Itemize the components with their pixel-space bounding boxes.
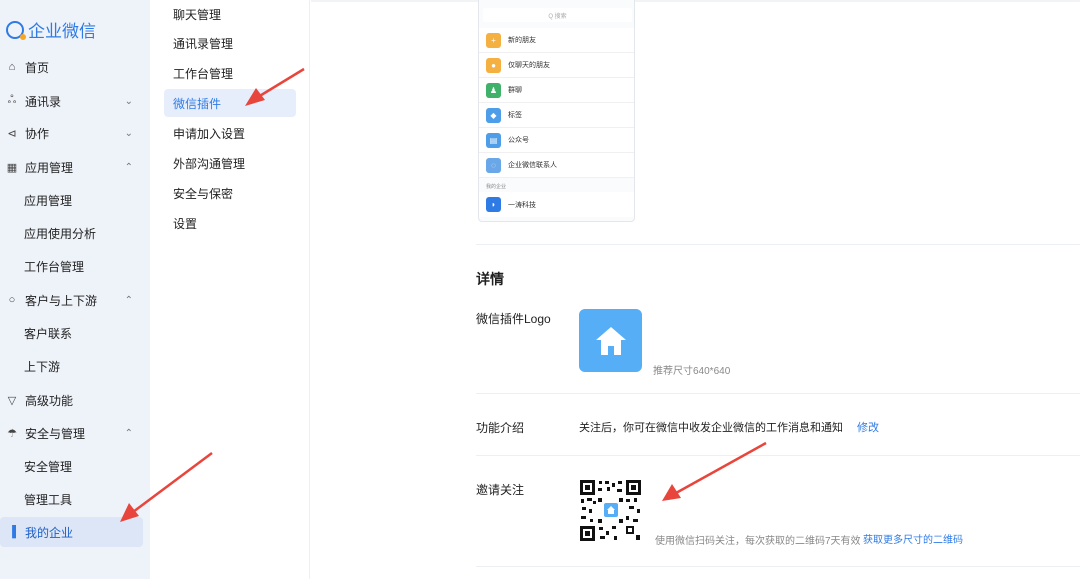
diamond-icon: ▽: [7, 394, 17, 407]
nav-sub-customer-contact[interactable]: 客户联系: [0, 318, 143, 348]
building-icon: ▐: [8, 526, 16, 538]
intro-label: 功能介绍: [476, 421, 525, 435]
preview-search-bar: Q 搜索: [483, 8, 632, 22]
chevron-up-icon: ⌃: [124, 427, 133, 439]
nav-sub-app-usage[interactable]: 应用使用分析: [0, 218, 143, 248]
nav-label: 首页: [25, 60, 50, 75]
preview-row: + 新的朋友: [479, 28, 634, 53]
logo-label: 微信插件Logo: [476, 312, 551, 326]
group-chat-icon: ♟: [486, 82, 501, 98]
preview-company-row: ◗ 一涛科技: [479, 192, 634, 217]
nav-item-collaboration[interactable]: ⊲ 协作 ⌄: [0, 118, 143, 148]
grid-icon: ▦: [6, 161, 18, 174]
submenu-workbench-management[interactable]: 工作台管理: [164, 59, 296, 87]
brand-name: 企业微信: [28, 22, 96, 41]
submenu-chat-management[interactable]: 聊天管理: [164, 0, 296, 28]
secondary-menu: 聊天管理 通讯录管理 工作台管理 微信插件 申请加入设置 外部沟通管理 安全与保…: [152, 0, 310, 579]
submenu-contacts-management[interactable]: 通讯录管理: [164, 29, 296, 57]
preview-row-label: 群聊: [508, 87, 522, 94]
chevron-up-icon: ⌃: [124, 161, 133, 173]
nav-label: 应用管理: [25, 160, 74, 175]
nav-item-home[interactable]: ⌂ 首页: [0, 52, 143, 82]
submenu-settings[interactable]: 设置: [164, 209, 296, 237]
nav-sub-admin-tools[interactable]: 管理工具: [0, 484, 143, 514]
section-divider: [476, 244, 1080, 245]
qr-code-icon: [579, 479, 642, 542]
invite-qr-code[interactable]: [579, 479, 642, 542]
left-nav: 企业微信 ⌂ 首页 ஃ 通讯录 ⌄ ⊲ 协作 ⌄ ▦ 应用管理 ⌃ 应用管理 应…: [0, 0, 150, 579]
preview-row-label: 标签: [508, 112, 522, 119]
intro-text: 关注后，你可在微信中收发企业微信的工作消息和通知: [579, 422, 843, 434]
plugin-logo[interactable]: [579, 309, 642, 372]
preview-row: ▤ 公众号: [479, 128, 634, 153]
preview-row: ♟ 群聊: [479, 78, 634, 103]
nav-label: 协作: [25, 126, 50, 141]
preview-company-label: 一涛科技: [508, 201, 536, 209]
nav-item-advanced[interactable]: ▽ 高级功能: [0, 385, 143, 415]
logo-size-hint: 推荐尺寸640*640: [653, 366, 731, 377]
preview-row-label: 公众号: [508, 137, 529, 144]
submenu-wechat-plugin[interactable]: 微信插件: [164, 89, 296, 117]
new-friend-icon: +: [486, 32, 501, 48]
chevron-down-icon: ⌄: [124, 127, 133, 139]
nav-item-my-company[interactable]: ▐ 我的企业: [0, 517, 143, 547]
top-divider: [311, 0, 1080, 2]
nav-item-customers[interactable]: ○ 客户与上下游 ⌃: [0, 285, 143, 315]
nav-label: 安全与管理: [25, 426, 86, 441]
preview-row-label: 新的朋友: [508, 37, 536, 44]
nav-label: 我的企业: [25, 525, 74, 540]
details-title: 详情: [476, 271, 504, 287]
submenu-security-privacy[interactable]: 安全与保密: [164, 179, 296, 207]
nav-label: 高级功能: [25, 393, 74, 408]
nav-label: 客户与上下游: [25, 293, 98, 308]
nav-sub-upstream[interactable]: 上下游: [0, 351, 143, 381]
home-icon: ⌂: [8, 61, 16, 73]
submenu-external-communication[interactable]: 外部沟通管理: [164, 149, 296, 177]
preview-row-label: 仅聊天的朋友: [508, 62, 550, 69]
chat-bubble-icon: ○: [8, 294, 16, 306]
nav-sub-workbench[interactable]: 工作台管理: [0, 251, 143, 281]
tag-icon: ◆: [486, 107, 501, 123]
chevron-up-icon: ⌃: [124, 294, 133, 306]
main-content: Q 搜索 + 新的朋友 ● 仅聊天的朋友 ♟ 群聊 ◆ 标签 ▤ 公众号 ◌ 企…: [311, 0, 1080, 579]
section-divider: [476, 455, 1080, 456]
wecom-contact-icon: ◌: [486, 157, 501, 173]
nav-label: 通讯录: [25, 94, 62, 109]
section-divider: [476, 566, 1080, 567]
company-logo-icon: ◗: [486, 197, 501, 212]
invite-label: 邀请关注: [476, 483, 525, 497]
chevron-down-icon: ⌄: [124, 95, 133, 107]
house-icon: [595, 326, 626, 355]
qr-hint: 使用微信扫码关注，每次获取的二维码7天有效: [655, 536, 861, 547]
nav-sub-security-management[interactable]: 安全管理: [0, 451, 143, 481]
section-divider: [476, 393, 1080, 394]
wecom-logo-icon: [6, 20, 26, 40]
edit-intro-link[interactable]: 修改: [857, 419, 879, 435]
share-icon: ⊲: [7, 127, 17, 140]
umbrella-icon: ☂: [7, 427, 17, 440]
preview-section-label: 我的企业: [486, 184, 507, 190]
nav-sub-app-management[interactable]: 应用管理: [0, 185, 143, 215]
preview-row: ◆ 标签: [479, 103, 634, 128]
brand-logo[interactable]: 企业微信: [6, 17, 96, 42]
submenu-join-settings[interactable]: 申请加入设置: [164, 119, 296, 147]
preview-row-label: 企业微信联系人: [508, 162, 557, 169]
nav-item-app-management[interactable]: ▦ 应用管理 ⌃: [0, 152, 143, 182]
preview-row: ● 仅聊天的朋友: [479, 53, 634, 78]
nav-item-security[interactable]: ☂ 安全与管理 ⌃: [0, 418, 143, 448]
wechat-preview: Q 搜索 + 新的朋友 ● 仅聊天的朋友 ♟ 群聊 ◆ 标签 ▤ 公众号 ◌ 企…: [478, 0, 635, 222]
org-tree-icon: ஃ: [7, 94, 17, 106]
nav-item-contacts[interactable]: ஃ 通讯录 ⌄: [0, 86, 143, 116]
chat-only-friend-icon: ●: [486, 57, 501, 73]
get-more-qr-sizes-link[interactable]: 获取更多尺寸的二维码: [863, 531, 963, 546]
preview-row: ◌ 企业微信联系人: [479, 153, 634, 178]
official-account-icon: ▤: [486, 132, 501, 148]
